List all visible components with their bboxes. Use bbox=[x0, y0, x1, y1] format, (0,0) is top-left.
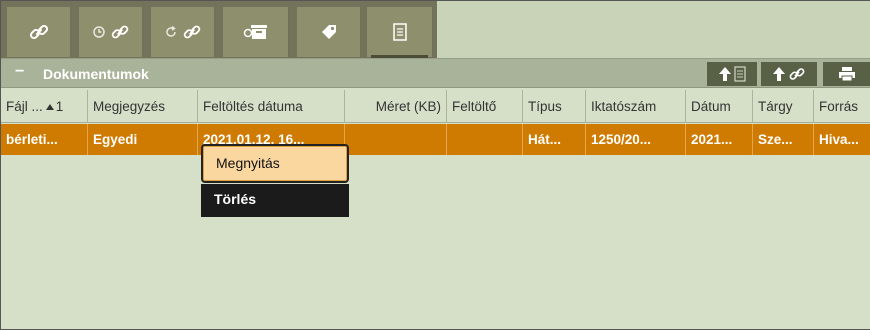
tag-icon bbox=[321, 25, 336, 39]
column-header-reg-number[interactable]: Iktatószám bbox=[586, 90, 686, 123]
collapse-button[interactable]: − bbox=[15, 63, 24, 81]
table-header: Fájl ... 1 Megjegyzés Feltöltés dátuma Mé… bbox=[1, 90, 870, 123]
upload-link-button[interactable] bbox=[761, 62, 817, 86]
history-icon bbox=[92, 26, 105, 38]
column-header-date[interactable]: Dátum bbox=[686, 90, 753, 123]
cell-reg-number: 1250/20... bbox=[586, 124, 686, 155]
context-menu-delete[interactable]: Törlés bbox=[201, 184, 349, 217]
document-icon bbox=[392, 23, 407, 41]
column-header-subject[interactable]: Tárgy bbox=[753, 90, 814, 123]
tab-toolbar bbox=[1, 1, 870, 58]
link-icon bbox=[111, 25, 128, 39]
refresh-icon bbox=[165, 25, 176, 37]
print-icon bbox=[839, 67, 855, 82]
tab-refresh-links[interactable] bbox=[151, 7, 215, 57]
column-header-uploader[interactable]: Feltöltő bbox=[447, 90, 523, 123]
column-header-label: Fájl ... bbox=[6, 99, 43, 114]
documents-panel: − Dokumentumok Fájl ... 1 Megjegyzés Fel… bbox=[0, 0, 870, 330]
table-row[interactable]: bérleti... Egyedi 2021.01.12. 16... Hát.… bbox=[1, 124, 870, 155]
cell-file: bérleti... bbox=[1, 124, 88, 155]
column-header-note[interactable]: Megjegyzés bbox=[88, 90, 198, 123]
upload-document-button[interactable] bbox=[707, 62, 757, 86]
delete-label: Törlés bbox=[214, 191, 257, 207]
documents-section-header: − Dokumentumok bbox=[1, 58, 870, 88]
upload-arrow-icon bbox=[773, 67, 785, 81]
cell-type: Hát... bbox=[523, 124, 586, 155]
cell-date: 2021... bbox=[686, 124, 753, 155]
sort-ascending-icon bbox=[45, 104, 54, 110]
tab-documents[interactable] bbox=[367, 7, 433, 58]
link-icon bbox=[183, 25, 200, 39]
cell-note: Egyedi bbox=[88, 124, 198, 155]
cell-uploader bbox=[447, 124, 523, 155]
link-icon bbox=[789, 68, 805, 80]
tab-archive[interactable] bbox=[223, 7, 289, 57]
sort-order-label: 1 bbox=[55, 99, 64, 114]
link-icon bbox=[29, 24, 48, 40]
column-header-file[interactable]: Fájl ... 1 bbox=[1, 90, 88, 123]
column-header-type[interactable]: Típus bbox=[523, 90, 586, 123]
tab-links[interactable] bbox=[7, 7, 71, 57]
upload-arrow-icon bbox=[719, 67, 731, 81]
print-button[interactable] bbox=[823, 62, 870, 86]
tab-tags[interactable] bbox=[297, 7, 361, 57]
cell-source: Hiva... bbox=[819, 132, 859, 147]
cell-size bbox=[345, 124, 447, 155]
column-header-upload-date[interactable]: Feltöltés dátuma bbox=[198, 90, 345, 123]
column-header-size[interactable]: Méret (KB) bbox=[345, 90, 447, 123]
column-header-source[interactable]: Forrás bbox=[814, 90, 870, 123]
context-menu-open[interactable]: Megnyitás bbox=[201, 144, 349, 183]
archive-box-icon bbox=[243, 25, 267, 39]
cell-subject: Sze... bbox=[753, 124, 814, 155]
section-title: Dokumentumok bbox=[43, 66, 149, 82]
open-label: Megnyitás bbox=[216, 155, 280, 171]
document-icon bbox=[734, 66, 746, 82]
tab-history-links[interactable] bbox=[79, 7, 143, 57]
